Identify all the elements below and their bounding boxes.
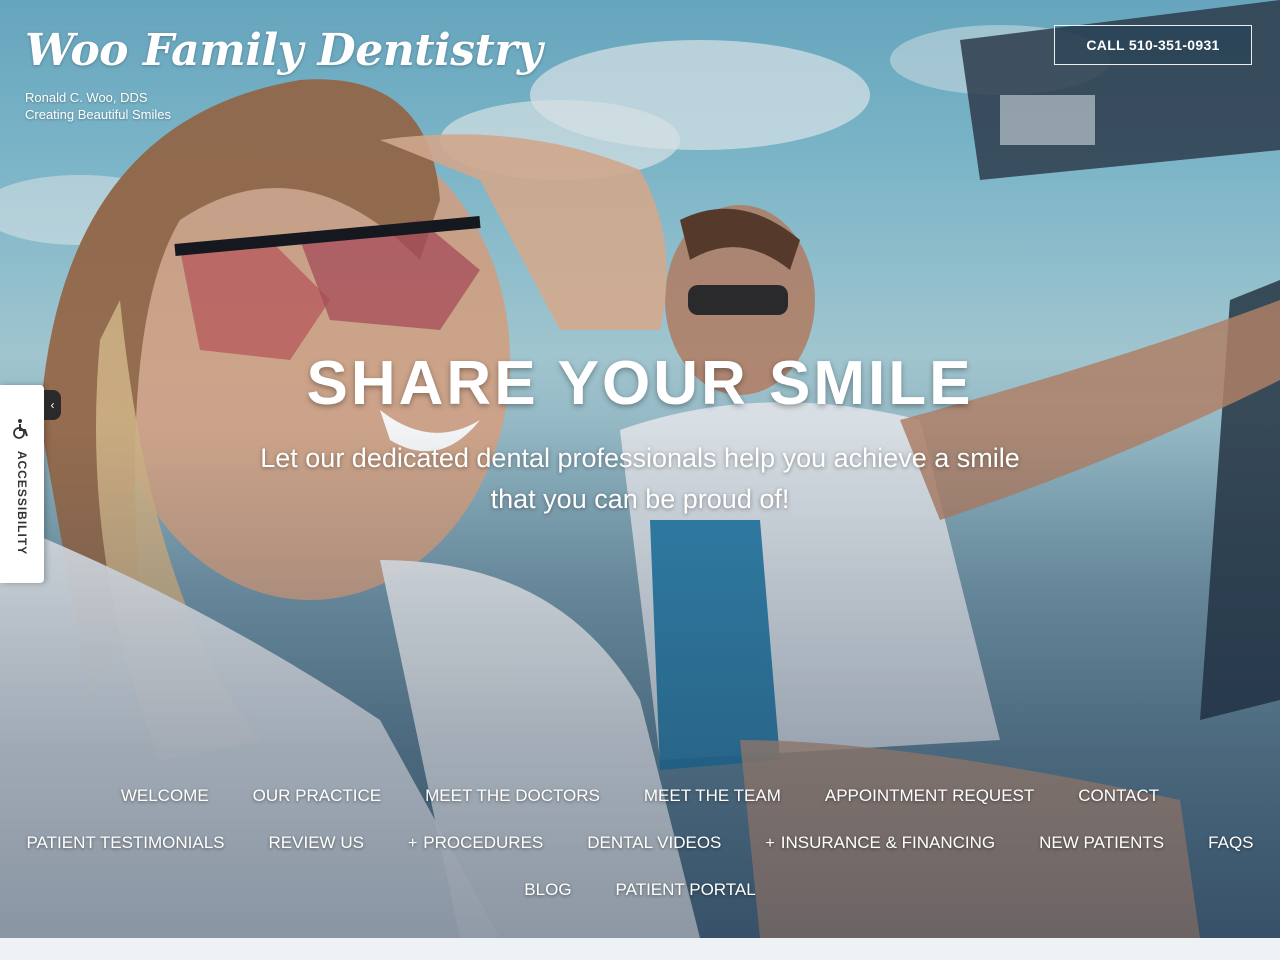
hero-subline: Let our dedicated dental professionals h…	[230, 438, 1050, 520]
hero-headline: SHARE YOUR SMILE	[306, 349, 974, 418]
brand-block: Woo Family Dentistry Ronald C. Woo, DDS …	[25, 22, 543, 123]
nav-item-blog[interactable]: BLOG	[524, 880, 571, 900]
accessibility-label: ACCESSIBILITY	[15, 450, 29, 556]
nav-item-faqs[interactable]: FAQS	[1208, 833, 1253, 853]
nav-item-patient-portal[interactable]: PATIENT PORTAL	[616, 880, 756, 900]
site-logo[interactable]: Woo Family Dentistry	[25, 22, 543, 80]
nav-item-new-patients[interactable]: NEW PATIENTS	[1039, 833, 1164, 853]
chevron-left-icon[interactable]: ‹	[44, 390, 61, 420]
nav-item-meet-the-team[interactable]: MEET THE TEAM	[644, 786, 781, 806]
hero-subline-line-1: Let our dedicated dental professionals h…	[260, 443, 1020, 473]
expand-plus-icon[interactable]: +	[408, 835, 417, 852]
nav-item-meet-the-doctors[interactable]: MEET THE DOCTORS	[425, 786, 600, 806]
nav-row-3: BLOG PATIENT PORTAL	[0, 874, 1280, 906]
expand-plus-icon[interactable]: +	[765, 835, 774, 852]
nav-item-our-practice[interactable]: OUR PRACTICE	[253, 786, 381, 806]
call-button[interactable]: CALL 510-351-0931	[1054, 25, 1252, 65]
hero-subline-line-2: that you can be proud of!	[490, 484, 790, 514]
nav-item-insurance-financing-label: INSURANCE & FINANCING	[780, 833, 996, 852]
nav-item-welcome[interactable]: WELCOME	[121, 786, 209, 806]
nav-item-appointment-request[interactable]: APPOINTMENT REQUEST	[825, 786, 1034, 806]
nav-item-procedures[interactable]: + PROCEDURES	[408, 833, 543, 853]
nav-item-review-us[interactable]: REVIEW US	[269, 833, 364, 853]
nav-item-procedures-label: PROCEDURES	[423, 833, 544, 852]
nav-row-1: WELCOME OUR PRACTICE MEET THE DOCTORS ME…	[0, 780, 1280, 812]
nav-item-dental-videos[interactable]: DENTAL VIDEOS	[587, 833, 721, 853]
main-nav: WELCOME OUR PRACTICE MEET THE DOCTORS ME…	[0, 780, 1280, 921]
accessibility-tab[interactable]: ACCESSIBILITY	[0, 385, 44, 583]
nav-row-2: PATIENT TESTIMONIALS REVIEW US + PROCEDUR…	[0, 827, 1280, 859]
nav-item-insurance-financing[interactable]: + INSURANCE & FINANCING	[765, 833, 995, 853]
brand-tagline: Creating Beautiful Smiles	[25, 107, 171, 122]
doctor-name: Ronald C. Woo, DDS	[25, 90, 148, 105]
nav-item-patient-testimonials[interactable]: PATIENT TESTIMONIALS	[26, 833, 224, 853]
wheelchair-icon	[13, 419, 28, 439]
page-bottom-strip	[0, 938, 1280, 960]
nav-item-contact[interactable]: CONTACT	[1078, 786, 1159, 806]
